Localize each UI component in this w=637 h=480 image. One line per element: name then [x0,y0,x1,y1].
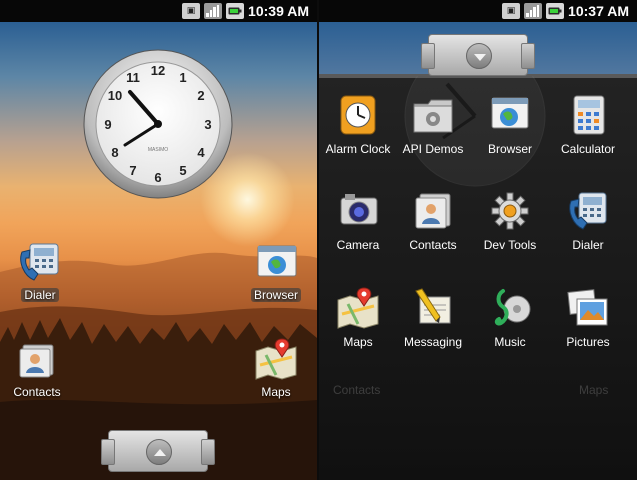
app-pictures[interactable]: Pictures [549,285,627,349]
app-contacts[interactable]: Contacts [394,188,472,252]
clock-brand: MASIMO [148,147,168,153]
maps-icon [337,287,379,329]
camera-icon [340,194,378,225]
shortcut-label: Maps [261,385,291,399]
signal-icon [524,3,543,19]
status-time: 10:37 AM [568,3,629,19]
status-time: 10:39 AM [248,3,309,19]
shortcut-browser[interactable]: Browser [241,238,311,302]
app-label: Music [494,335,526,349]
shortcut-dialer[interactable]: Dialer [5,238,75,302]
app-label: Camera [336,238,380,252]
home-screen: ▣ 10:39 AM 12 1 2 3 4 5 6 7 8 9 10 11 MA… [0,0,317,480]
ghost-label-contacts: Contacts [333,383,381,397]
contacts-icon [19,344,54,378]
maps-icon [255,338,297,380]
ghost-label-maps: Maps [579,383,609,397]
svg-text:7: 7 [129,163,136,178]
app-label: API Demos [402,142,464,156]
svg-text:6: 6 [154,170,161,185]
shortcut-maps[interactable]: Maps [241,335,311,399]
app-label: Alarm Clock [325,142,391,156]
shortcut-label: Dialer [21,288,59,302]
app-drawer-handle[interactable] [101,430,215,472]
status-bar: ▣ 10:37 AM [319,0,637,22]
app-label: Messaging [403,335,463,349]
svg-text:3: 3 [204,117,211,132]
app-label: Browser [487,142,532,156]
svg-text:8: 8 [111,145,118,160]
sim-icon: ▣ [182,3,201,19]
battery-icon [226,3,245,19]
signal-icon [204,3,223,19]
calculator-icon [573,95,605,135]
app-calculator[interactable]: Calculator [549,92,627,156]
app-label: Pictures [566,335,610,349]
svg-text:12: 12 [151,63,165,78]
app-alarm-clock[interactable]: Alarm Clock [319,92,397,156]
app-drawer-screen: ▣ 10:37 AM Contacts Maps Alarm Clock API… [319,0,637,480]
svg-text:1: 1 [179,70,186,85]
app-api-demos[interactable]: API Demos [394,92,472,156]
app-label: Contacts [409,238,457,252]
svg-text:4: 4 [197,145,205,160]
app-camera[interactable]: Camera [319,188,397,252]
browser-icon [491,97,529,129]
app-browser[interactable]: Browser [471,92,549,156]
app-maps[interactable]: Maps [319,285,397,349]
app-music[interactable]: Music [471,285,549,349]
battery-icon [546,3,565,19]
app-drawer-close-handle[interactable] [421,34,535,76]
app-label: Calculator [560,142,616,156]
svg-text:9: 9 [104,117,111,132]
svg-text:10: 10 [108,88,122,103]
alarm-clock-icon [340,95,376,135]
app-label: Dev Tools [483,238,537,252]
api-demos-icon [413,99,453,133]
sim-icon: ▣ [502,3,521,19]
app-label: Dialer [572,238,604,252]
chevron-down-icon [466,43,492,69]
pictures-icon [567,289,608,326]
status-bar: ▣ 10:39 AM [0,0,317,22]
analog-clock-widget[interactable]: 12 1 2 3 45 6 78 9 10 11 MASIMO [82,48,234,200]
app-dialer[interactable]: Dialer [549,188,627,252]
messaging-icon [415,288,451,324]
chevron-up-icon [146,439,172,465]
contacts-icon [415,193,451,229]
shortcut-label: Contacts [13,385,61,399]
dev-tools-icon [491,192,529,230]
app-dev-tools[interactable]: Dev Tools [471,188,549,252]
dialer-icon [569,192,607,230]
dialer-icon [20,243,59,281]
app-label: Maps [343,335,373,349]
svg-text:2: 2 [197,88,204,103]
svg-text:5: 5 [179,163,186,178]
shortcut-contacts[interactable]: Contacts [2,335,72,399]
shortcut-label: Browser [250,288,301,302]
app-messaging[interactable]: Messaging [394,285,472,349]
music-icon [494,289,531,326]
svg-text:11: 11 [126,70,140,85]
browser-icon [257,245,297,277]
